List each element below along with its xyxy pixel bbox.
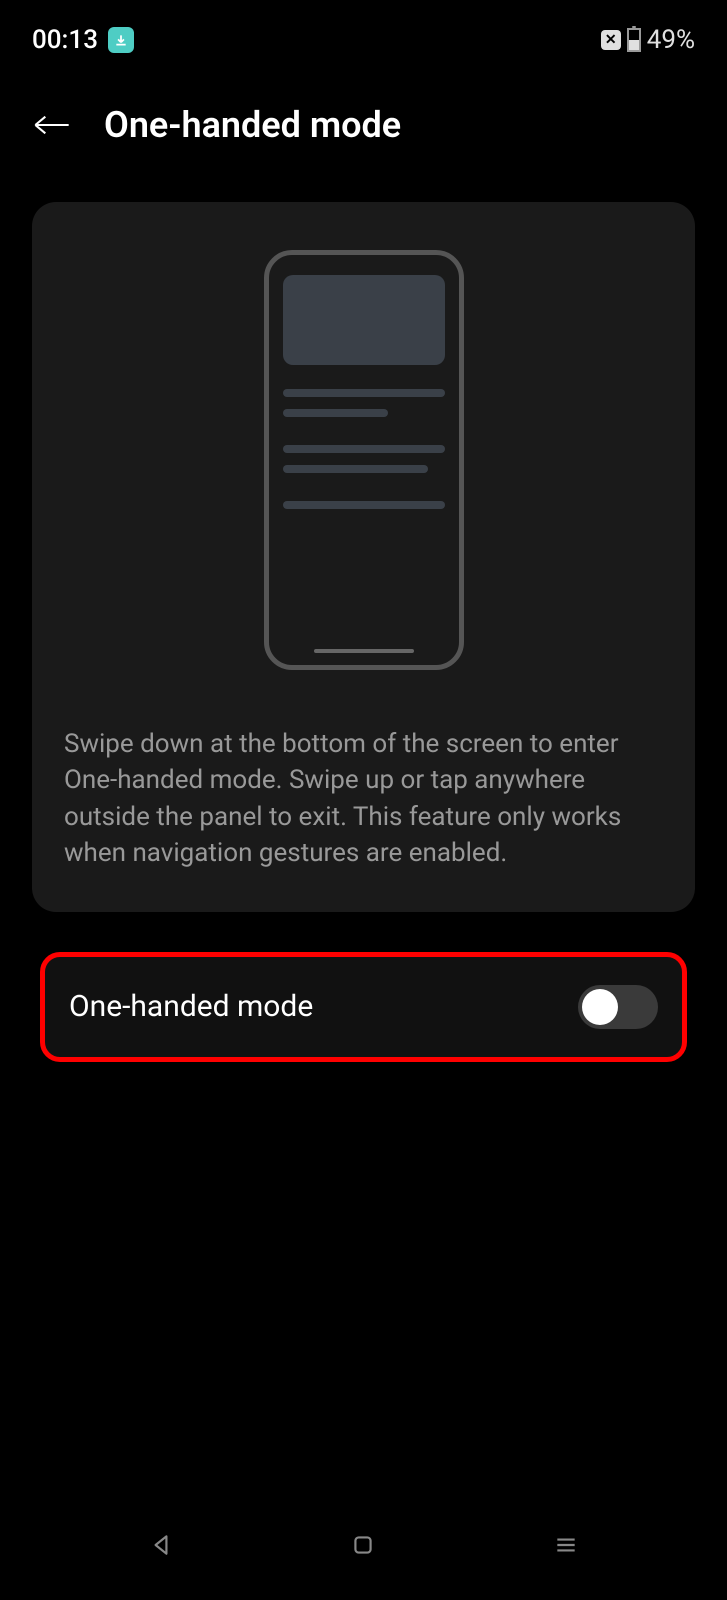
page-title: One-handed mode — [104, 104, 401, 146]
one-handed-mode-row[interactable]: One-handed mode — [40, 952, 687, 1062]
back-button[interactable] — [32, 105, 72, 145]
info-description: Swipe down at the bottom of the screen t… — [64, 726, 663, 872]
status-left: 00:13 — [32, 25, 134, 55]
nav-recents-button[interactable] — [546, 1525, 586, 1565]
page-header: One-handed mode — [0, 64, 727, 170]
phone-illustration — [264, 250, 464, 670]
toggle-label: One-handed mode — [69, 989, 313, 1024]
status-bar: 00:13 ✕ 49% — [0, 0, 727, 64]
navigation-bar — [0, 1510, 727, 1600]
status-right: ✕ 49% — [601, 25, 695, 55]
battery-percent: 49% — [647, 25, 695, 55]
nav-back-button[interactable] — [141, 1525, 181, 1565]
nav-home-button[interactable] — [343, 1525, 383, 1565]
battery-icon — [627, 28, 641, 52]
download-icon — [108, 27, 134, 53]
status-time: 00:13 — [32, 25, 98, 55]
card-error-icon: ✕ — [601, 30, 621, 50]
one-handed-mode-toggle[interactable] — [578, 985, 658, 1029]
info-card: Swipe down at the bottom of the screen t… — [32, 202, 695, 912]
